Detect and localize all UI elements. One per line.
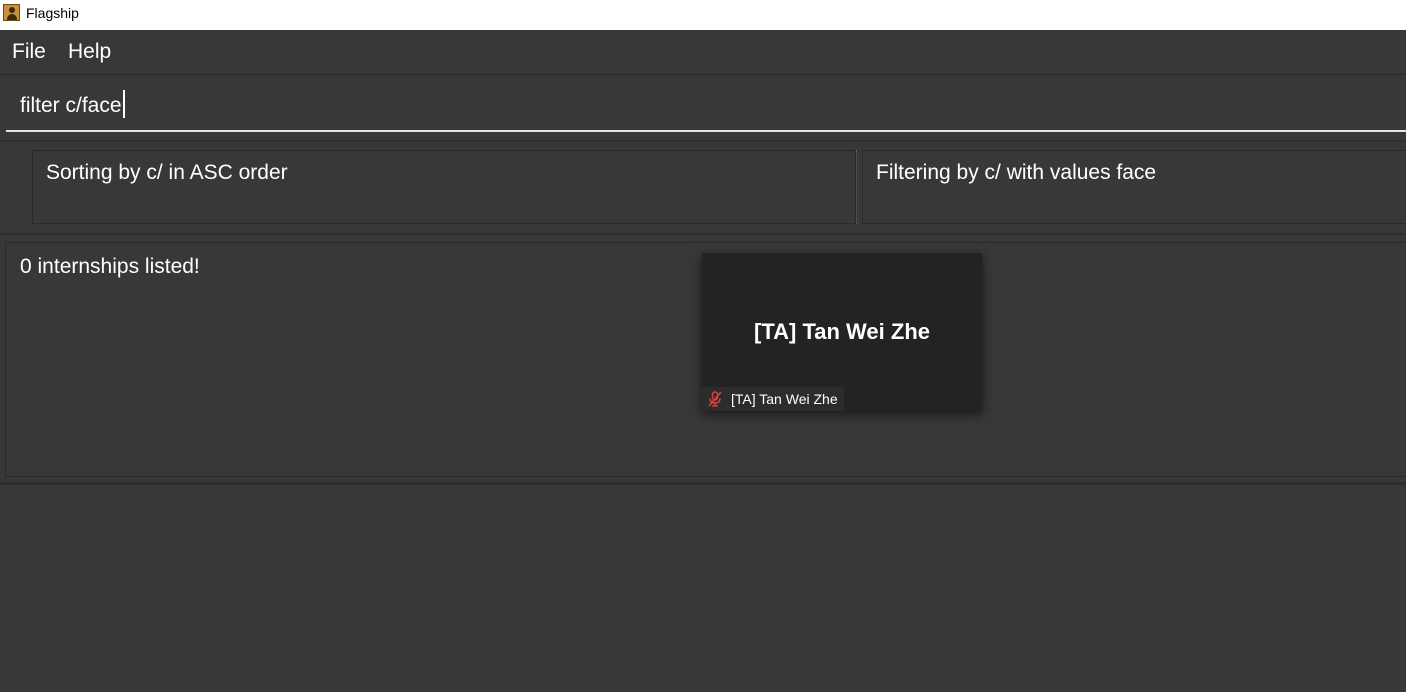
- menu-help[interactable]: Help: [68, 40, 111, 64]
- divider: [0, 233, 1406, 235]
- participant-label: [TA] Tan Wei Zhe: [731, 391, 838, 407]
- command-input[interactable]: filter c/face: [6, 84, 1406, 132]
- participant-name: [TA] Tan Wei Zhe: [754, 319, 930, 344]
- divider: [0, 482, 1406, 485]
- mic-muted-icon: [708, 391, 722, 407]
- menu-file[interactable]: File: [12, 40, 46, 64]
- filter-status-text: Filtering by c/ with values face: [876, 161, 1157, 184]
- title-bar: Flagship: [0, 0, 1406, 30]
- participant-label-bar: [TA] Tan Wei Zhe: [702, 387, 844, 411]
- filter-status-box: Filtering by c/ with values face: [862, 150, 1406, 224]
- app-icon: [3, 4, 20, 21]
- result-message: 0 internships listed!: [20, 255, 200, 278]
- divider: [856, 150, 857, 224]
- command-text: filter c/face: [20, 94, 122, 117]
- sort-status-text: Sorting by c/ in ASC order: [46, 161, 288, 184]
- menu-bar: File Help: [0, 30, 1406, 75]
- video-call-tile[interactable]: [TA] Tan Wei Zhe [TA] Tan Wei Zhe: [702, 253, 982, 411]
- command-area: filter c/face: [0, 76, 1406, 138]
- sort-status-box: Sorting by c/ in ASC order: [32, 150, 856, 224]
- status-row: Sorting by c/ in ASC order Filtering by …: [0, 142, 1406, 230]
- text-caret: [122, 90, 125, 119]
- window-title: Flagship: [26, 5, 79, 21]
